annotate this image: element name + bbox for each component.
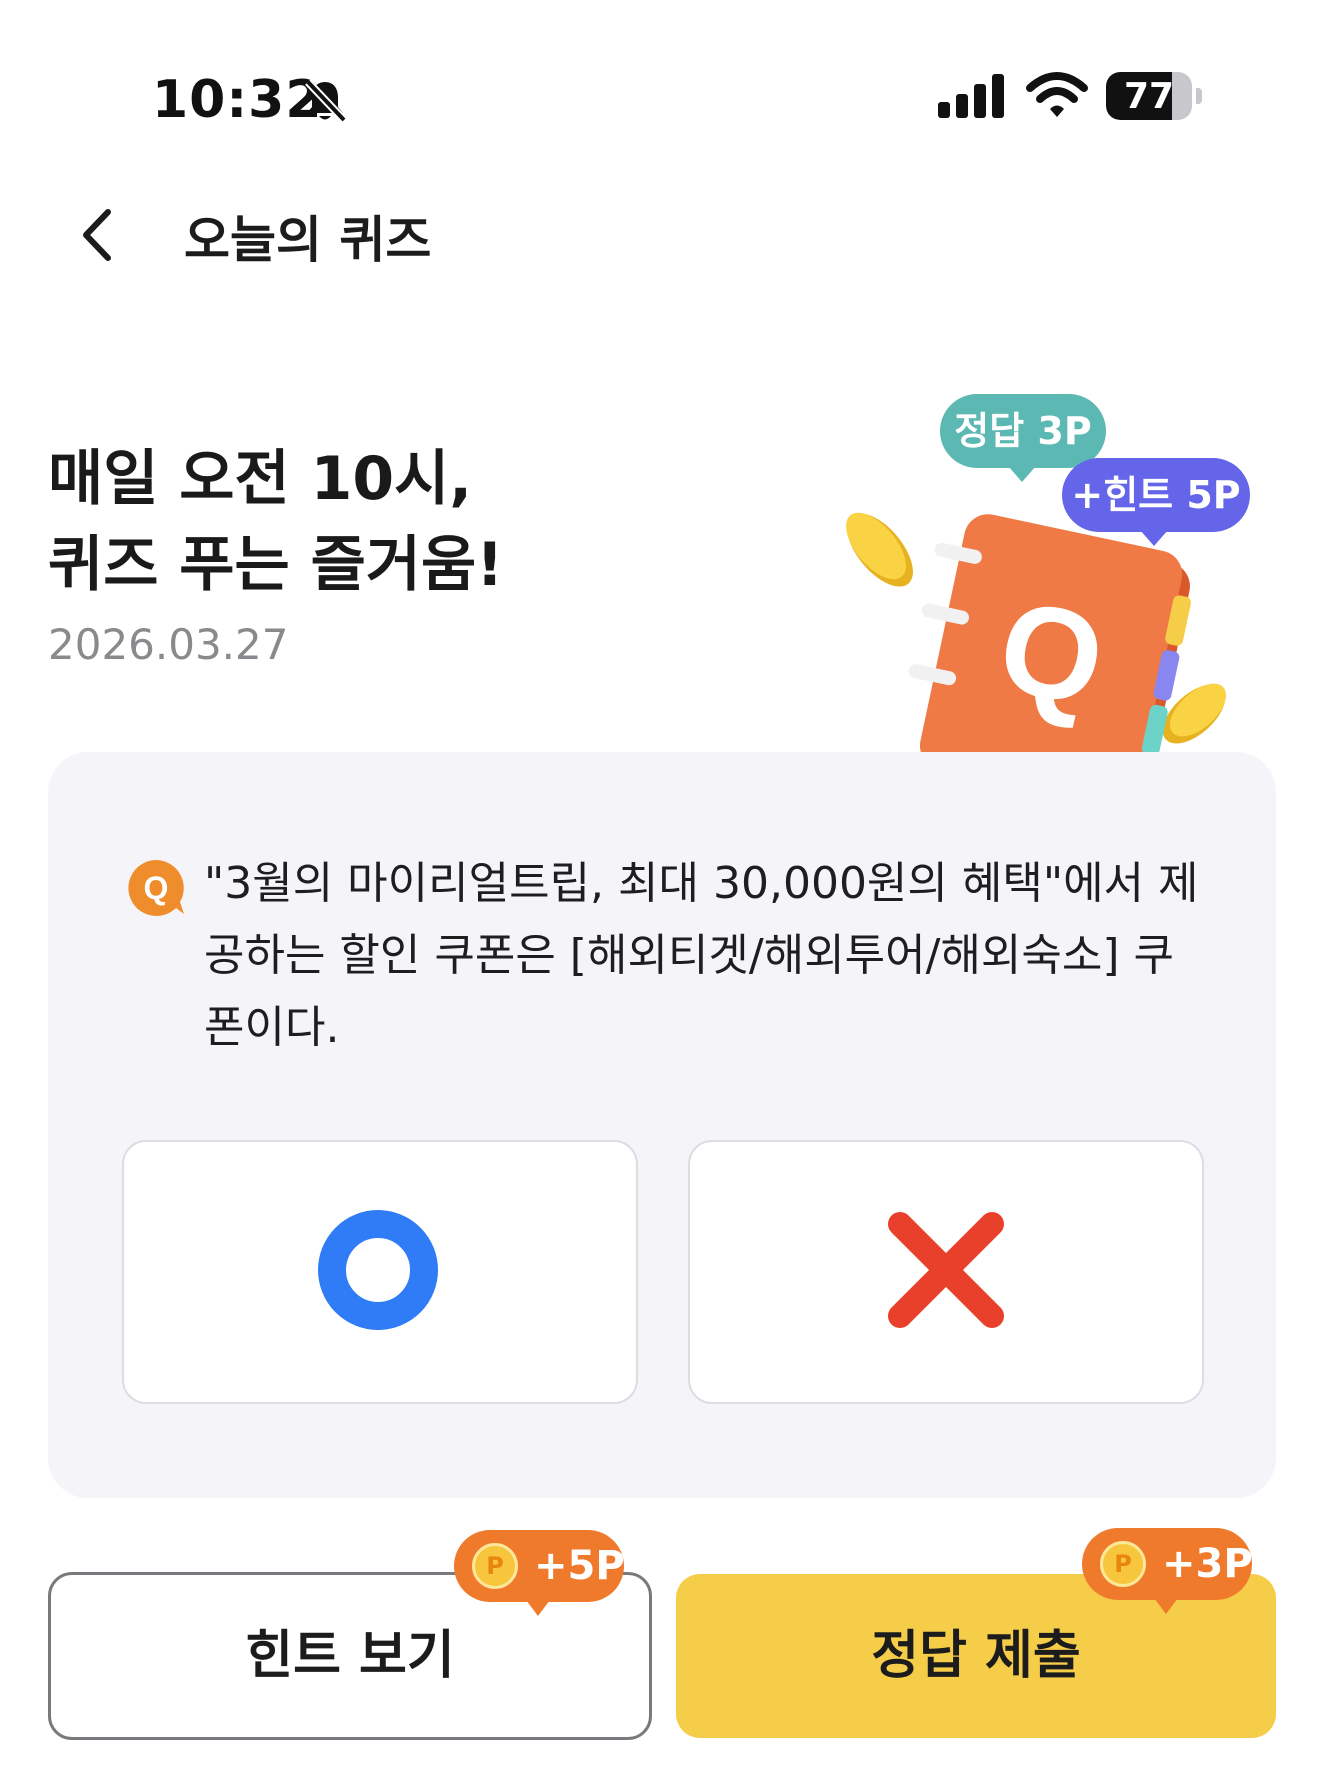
back-button[interactable] — [68, 200, 128, 270]
hero-heading-line2: 퀴즈 푸는 즐거움! — [48, 530, 504, 600]
point-coin-icon: P — [1100, 1541, 1146, 1587]
question-badge-icon: Q — [126, 858, 186, 918]
hint-points-value: +5P — [534, 1543, 625, 1589]
battery-level: 77 — [1123, 76, 1175, 117]
chevron-left-icon — [83, 209, 111, 261]
question-text: "3월의 마이리얼트립, 최대 30,000원의 혜택"에서 제공하는 할인 쿠… — [204, 858, 1199, 1053]
wifi-icon — [1026, 70, 1088, 120]
submit-points-pill: P +3P — [1082, 1528, 1253, 1614]
badge-tail — [1008, 466, 1036, 482]
hint-points-pill: P +5P — [454, 1530, 625, 1616]
page-title: 오늘의 퀴즈 — [184, 211, 432, 269]
badge-tail — [1140, 530, 1168, 546]
battery-icon: 77 — [1106, 72, 1202, 120]
cross-x-icon — [888, 1212, 1004, 1328]
cellular-signal-icon — [938, 72, 1006, 118]
answer-x-button[interactable] — [688, 1140, 1204, 1404]
hint-points-badge: +힌트 5P — [1062, 458, 1250, 532]
circle-o-icon — [318, 1210, 438, 1330]
answer-o-button[interactable] — [122, 1140, 638, 1404]
quiz-date: 2026.03.27 — [48, 620, 289, 669]
status-time: 10:32 — [152, 70, 323, 130]
bell-muted-icon — [300, 76, 350, 126]
coin-icon — [846, 512, 913, 587]
answer-points-badge: 정답 3P — [940, 394, 1106, 468]
svg-text:Q: Q — [144, 870, 169, 906]
hero-heading-line1: 매일 오전 10시, — [48, 444, 473, 514]
submit-points-value: +3P — [1162, 1541, 1253, 1587]
point-coin-icon: P — [472, 1543, 518, 1589]
